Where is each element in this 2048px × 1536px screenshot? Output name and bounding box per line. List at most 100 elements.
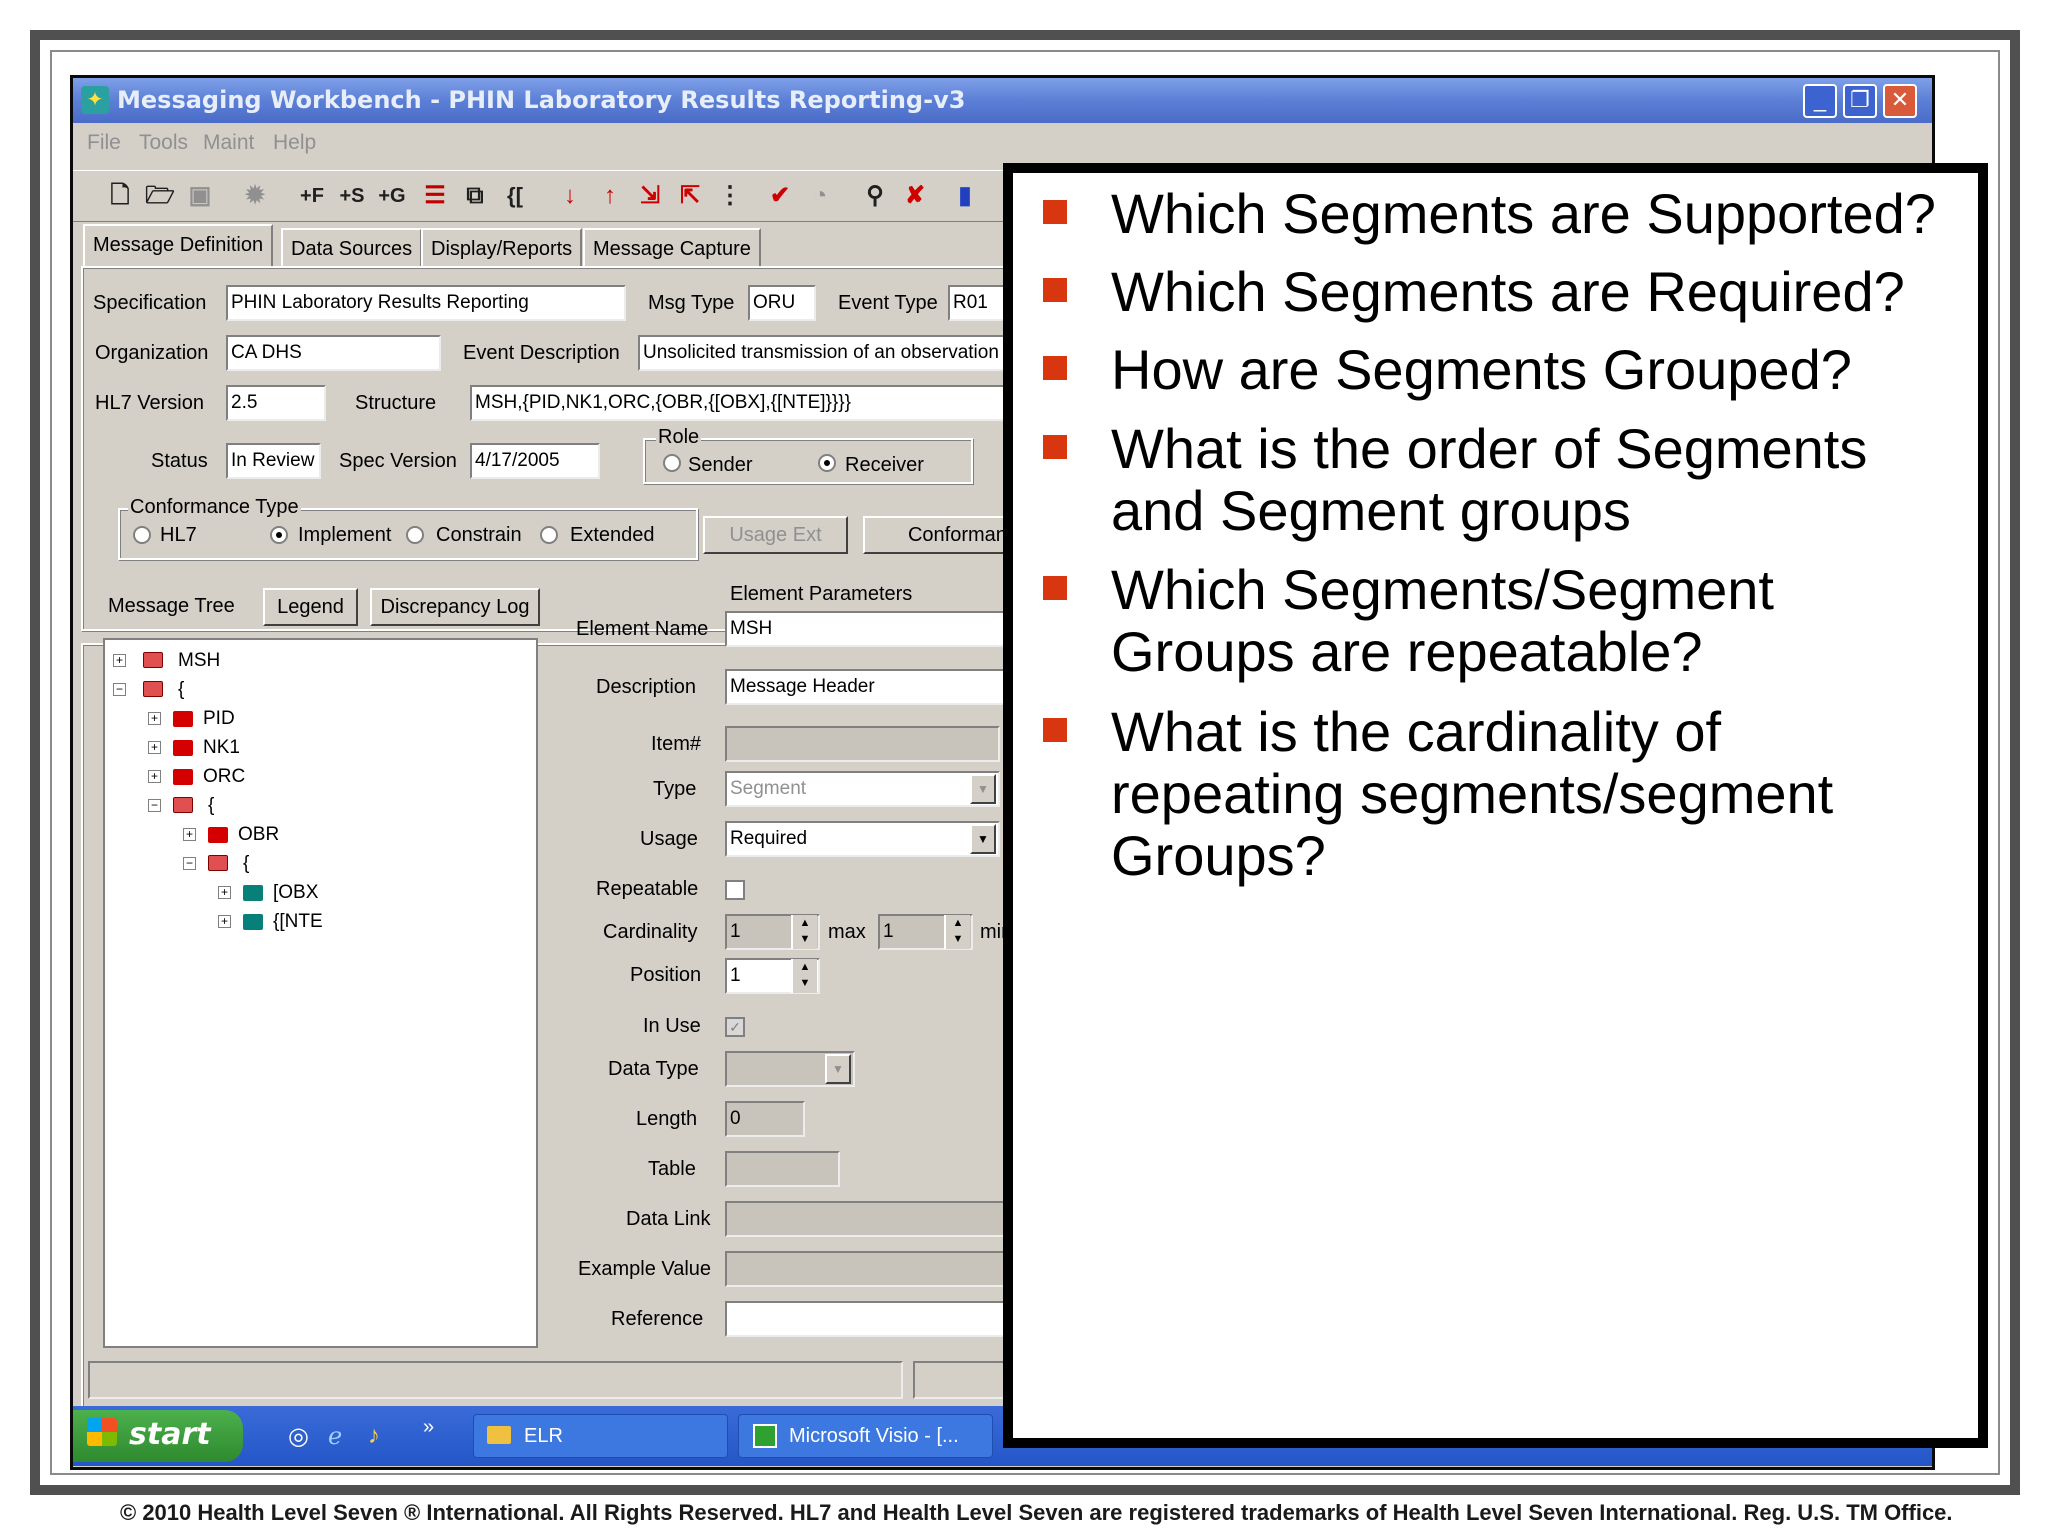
expand-icon[interactable]: + <box>148 712 161 725</box>
gear-icon[interactable]: ✹ <box>238 179 272 213</box>
taskbar-item-elr[interactable]: ELR <box>473 1414 728 1458</box>
check-icon[interactable]: ✔ <box>763 179 797 213</box>
conf-implement-radio[interactable] <box>270 526 288 544</box>
question-repeatable: Which Segments/Segment Groups are repeat… <box>1111 558 1774 683</box>
open-icon[interactable]: 🗁 <box>143 179 177 213</box>
list-icon[interactable]: ☰ <box>418 179 452 213</box>
cardinality-label: Cardinality <box>603 921 698 943</box>
conf-constrain-radio[interactable] <box>406 526 424 544</box>
folder-icon <box>173 740 193 756</box>
role-receiver-label: Receiver <box>845 454 924 476</box>
chevron-down-icon[interactable]: ▼ <box>970 774 996 804</box>
spec-version-field[interactable]: 4/17/2005 <box>470 443 600 479</box>
folder-open-icon <box>173 797 193 813</box>
title-bar[interactable]: ✦ Messaging Workbench - PHIN Laboratory … <box>73 78 1932 123</box>
usage-select[interactable]: Required <box>725 821 1000 857</box>
menu-file[interactable]: File <box>87 131 121 155</box>
add-field-button[interactable]: +F <box>295 179 329 213</box>
spec-field[interactable]: PHIN Laboratory Results Reporting <box>226 285 626 321</box>
tree-node-label: PID <box>203 708 235 729</box>
bullet-marker <box>1043 576 1067 600</box>
type-select[interactable]: Segment <box>725 771 1000 807</box>
hl7-version-field[interactable]: 2.5 <box>226 385 326 421</box>
example-value-label: Example Value <box>578 1258 712 1280</box>
collapse-icon[interactable]: − <box>113 683 126 696</box>
role-label: Role <box>656 426 702 449</box>
usage-label: Usage <box>640 828 698 850</box>
refresh-icon[interactable]: ◔ <box>803 179 837 213</box>
tree-node-label: OBR <box>238 824 280 845</box>
collapse-icon[interactable]: − <box>183 857 196 870</box>
folder-icon <box>173 711 193 727</box>
tab-data-sources[interactable]: Data Sources <box>281 228 423 266</box>
repeatable-checkbox[interactable] <box>725 880 745 900</box>
quicklaunch-more-icon[interactable]: » <box>423 1416 434 1439</box>
structure-field[interactable]: MSH,{PID,NK1,ORC,{OBR,{[OBX],{[NTE]}}}} <box>470 385 1060 421</box>
legend-button[interactable]: Legend <box>263 588 358 626</box>
tab-message-definition[interactable]: Message Definition <box>83 224 274 266</box>
delete-icon[interactable]: ✘ <box>898 179 932 213</box>
chevron-down-icon[interactable]: ▼ <box>970 824 996 854</box>
conf-extended-label: Extended <box>570 524 655 546</box>
hl7-version-label: HL7 Version <box>95 392 204 414</box>
indent-icon[interactable]: ⇲ <box>633 179 667 213</box>
tree-icon[interactable]: ⋮ <box>713 179 747 213</box>
brace-button[interactable]: {[ <box>498 179 532 213</box>
conf-implement-label: Implement <box>298 524 392 546</box>
question-overlay: Which Segments are Supported? Which Segm… <box>1003 163 1988 1448</box>
menu-tools[interactable]: Tools <box>139 131 188 155</box>
spec-version-label: Spec Version <box>339 450 457 472</box>
add-segment-button[interactable]: +S <box>335 179 369 213</box>
conf-extended-radio[interactable] <box>540 526 558 544</box>
cardinality-max-spinner[interactable]: ▲ ▼ <box>944 915 970 949</box>
expand-icon[interactable]: + <box>148 770 161 783</box>
status-bar-left <box>88 1361 903 1399</box>
expand-icon[interactable]: + <box>183 828 196 841</box>
expand-icon[interactable]: + <box>218 886 231 899</box>
move-up-icon[interactable]: ↑ <box>593 179 627 213</box>
expand-icon[interactable]: + <box>148 741 161 754</box>
quicklaunch-ie-icon[interactable]: ℯ <box>328 1422 356 1450</box>
close-button[interactable]: ✕ <box>1883 84 1917 118</box>
msgtype-field[interactable]: ORU <box>748 285 816 321</box>
collapse-icon[interactable]: − <box>148 799 161 812</box>
event-desc-field[interactable]: Unsolicited transmission of an observati… <box>638 335 1058 371</box>
usage-ext-button[interactable]: Usage Ext <box>703 516 848 554</box>
message-tree-label: Message Tree <box>108 595 235 617</box>
save-icon[interactable]: ▣ <box>183 179 217 213</box>
quicklaunch-browser-icon[interactable]: ◎ <box>288 1422 316 1450</box>
role-receiver-radio[interactable] <box>818 454 836 472</box>
position-label: Position <box>630 964 702 986</box>
expand-icon[interactable]: + <box>113 654 126 667</box>
restore-button[interactable]: ❐ <box>1843 84 1877 118</box>
menu-help[interactable]: Help <box>273 131 316 155</box>
copyright-footer: © 2010 Health Level Seven ® Internationa… <box>120 1500 1953 1525</box>
new-icon[interactable]: 🗋 <box>103 179 137 213</box>
minimize-button[interactable]: _ <box>1803 84 1837 118</box>
outdent-icon[interactable]: ⇱ <box>673 179 707 213</box>
bullet-marker <box>1043 278 1067 302</box>
in-use-checkbox[interactable]: ✓ <box>725 1017 745 1037</box>
message-tree[interactable]: + MSH − { + PID + NK1 + ORC − {+ OBR − … <box>103 638 538 1348</box>
link-icon[interactable]: ⚲ <box>858 179 892 213</box>
cardinality-min-spinner[interactable]: ▲ ▼ <box>791 915 817 949</box>
tab-message-capture[interactable]: Message Capture <box>583 228 761 266</box>
expand-icon[interactable]: + <box>218 915 231 928</box>
copy-icon[interactable]: ⧉ <box>458 179 492 213</box>
tab-display-reports[interactable]: Display/Reports <box>421 228 583 266</box>
org-field[interactable]: CA DHS <box>226 335 441 371</box>
add-group-button[interactable]: +G <box>375 179 409 213</box>
folder-icon <box>143 652 163 668</box>
role-sender-radio[interactable] <box>663 454 681 472</box>
chart-icon[interactable]: ▮ <box>948 179 982 213</box>
move-down-icon[interactable]: ↓ <box>553 179 587 213</box>
menu-maint[interactable]: Maint <box>203 131 254 155</box>
position-spinner[interactable]: ▲ ▼ <box>791 959 817 993</box>
status-field[interactable]: In Review <box>226 443 321 479</box>
folder-open-icon <box>143 681 163 697</box>
conf-hl7-radio[interactable] <box>133 526 151 544</box>
discrepancy-log-button[interactable]: Discrepancy Log <box>370 588 540 626</box>
question-required: Which Segments are Required? <box>1111 260 1905 323</box>
role-sender-label: Sender <box>688 454 753 476</box>
quicklaunch-media-icon[interactable]: ♪ <box>368 1422 396 1450</box>
